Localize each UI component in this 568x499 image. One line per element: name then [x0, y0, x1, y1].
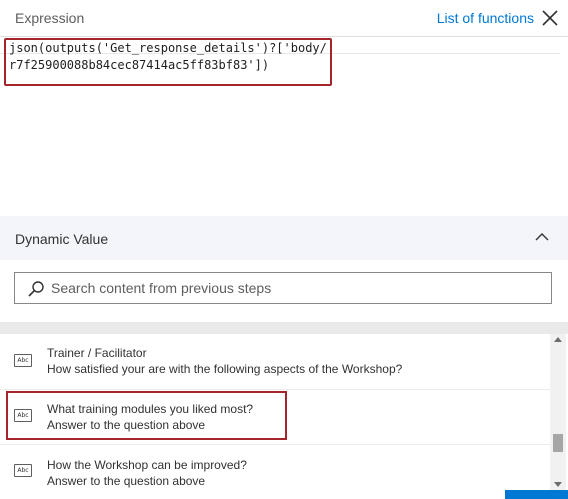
- list-of-functions-link[interactable]: List of functions: [437, 10, 534, 26]
- expression-code[interactable]: json(outputs('Get_response_details')?['b…: [9, 40, 339, 74]
- search-section: [0, 260, 568, 322]
- dynamic-value-header[interactable]: Dynamic Value: [0, 216, 568, 260]
- list-item-title: Trainer / Facilitator: [47, 346, 147, 360]
- callout-pointer: [172, 486, 192, 495]
- text-type-icon: Abc: [14, 354, 32, 367]
- list-scrollbar[interactable]: [550, 334, 566, 494]
- expression-editor[interactable]: json(outputs('Get_response_details')?['b…: [0, 36, 568, 217]
- list-item-trainer-facilitator[interactable]: Abc Trainer / Facilitator How satisfied …: [0, 334, 550, 390]
- text-type-icon: Abc: [14, 464, 32, 477]
- search-icon: [28, 281, 44, 297]
- close-icon[interactable]: [540, 8, 560, 28]
- list-item-title: How the Workshop can be improved?: [47, 458, 247, 472]
- dynamic-value-title: Dynamic Value: [15, 231, 109, 247]
- list-item-title: What training modules you liked most?: [47, 402, 254, 416]
- add-button-edge[interactable]: [505, 490, 568, 499]
- expression-header: Expression List of functions: [0, 0, 568, 36]
- list-item-workshop-improved[interactable]: Abc How the Workshop can be improved? An…: [0, 444, 550, 494]
- list-item-subtitle: How satisfied your are with the followin…: [47, 362, 403, 376]
- search-input[interactable]: [51, 273, 531, 303]
- dynamic-content-list: Abc Trainer / Facilitator How satisfied …: [0, 334, 550, 494]
- list-item-subtitle: Answer to the question above: [47, 418, 206, 432]
- search-box[interactable]: [14, 272, 552, 304]
- code-line-2: r7f25900088b84cec87414ac5ff83bf83']): [9, 58, 270, 72]
- chevron-up-icon[interactable]: [534, 231, 550, 243]
- list-item-training-modules[interactable]: Abc What training modules you liked most…: [0, 389, 550, 445]
- text-type-icon: Abc: [14, 409, 32, 422]
- scroll-down-arrow-icon[interactable]: [554, 482, 562, 487]
- scroll-up-arrow-icon[interactable]: [554, 337, 562, 342]
- bottom-edge: [0, 494, 568, 499]
- code-line-1: json(outputs('Get_response_details')?['b…: [9, 41, 327, 55]
- scrollbar-thumb[interactable]: [553, 434, 563, 452]
- expression-title: Expression: [15, 10, 85, 26]
- list-top-divider: [0, 322, 568, 334]
